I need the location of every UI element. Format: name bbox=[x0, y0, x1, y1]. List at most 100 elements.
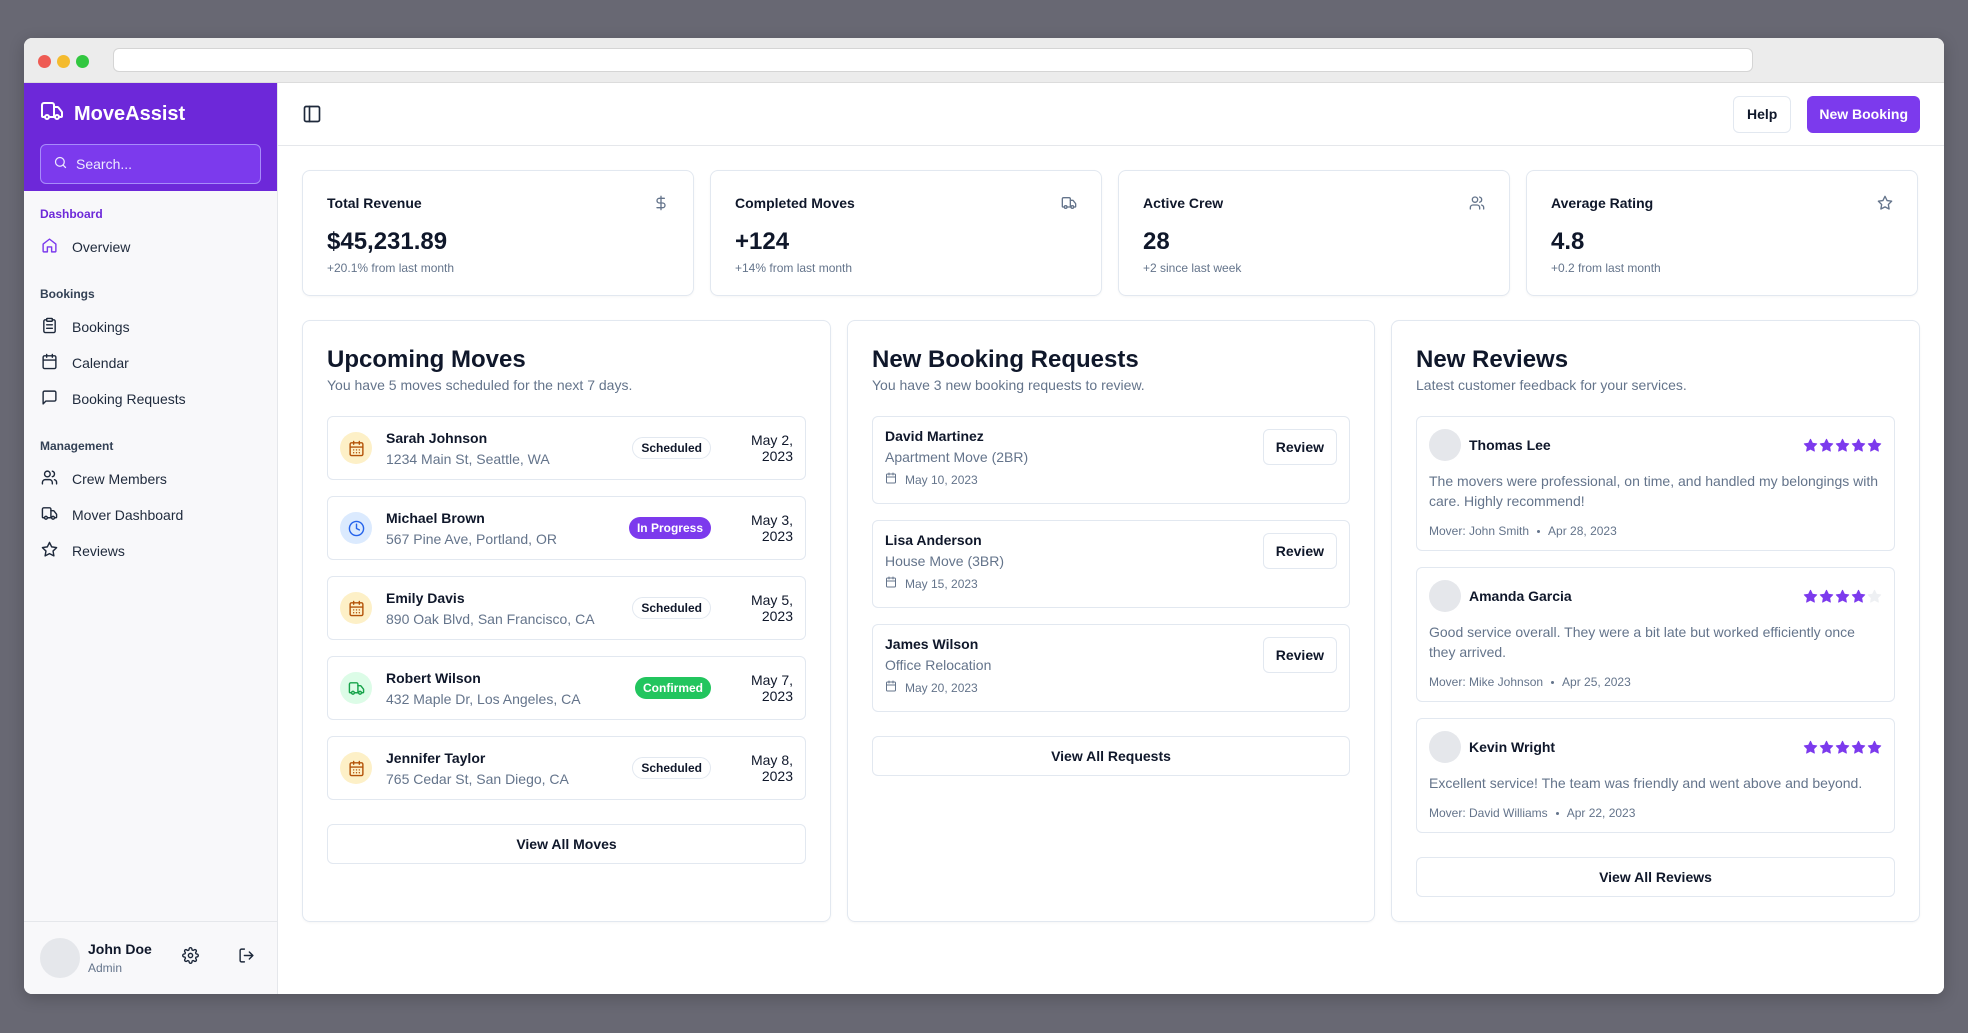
avatar[interactable] bbox=[40, 938, 80, 978]
nav-group-management: Management Crew Members Mover Dashboard … bbox=[40, 437, 261, 569]
request-date: May 20, 2023 bbox=[905, 680, 978, 695]
sidebar-item-calendar[interactable]: Calendar bbox=[40, 345, 261, 381]
app: MoveAssist Dashboard Overview bbox=[24, 83, 1944, 994]
gear-icon bbox=[182, 947, 200, 969]
move-item[interactable]: Sarah Johnson 1234 Main St, Seattle, WA … bbox=[327, 416, 806, 480]
review-text: Excellent service! The team was friendly… bbox=[1429, 775, 1863, 791]
review-mover: Mover: Mike Johnson bbox=[1429, 675, 1544, 689]
star-filled-icon bbox=[1819, 589, 1834, 603]
move-item[interactable]: Emily Davis 890 Oak Blvd, San Francisco,… bbox=[327, 576, 806, 640]
brand-name: MoveAssist bbox=[74, 102, 186, 125]
review-date: Apr 25, 2023 bbox=[1562, 675, 1631, 689]
star-filled-icon bbox=[1803, 740, 1818, 754]
review-text: The movers were professional, on time, a… bbox=[1429, 473, 1879, 509]
status-badge: Confirmed bbox=[635, 677, 711, 699]
review-date: Apr 22, 2023 bbox=[1566, 806, 1636, 820]
separator-dot bbox=[1551, 680, 1555, 684]
search-input[interactable] bbox=[76, 156, 248, 172]
sidebar-item-overview[interactable]: Overview bbox=[40, 229, 261, 265]
stat-card-average-rating: Average Rating 4.8 +0.2 from last month bbox=[1526, 170, 1918, 296]
star-filled-icon bbox=[1851, 589, 1866, 603]
panel-title: New Booking Requests bbox=[872, 346, 1139, 373]
star-filled-icon bbox=[1819, 740, 1834, 754]
sidebar-item-label: Bookings bbox=[72, 319, 130, 335]
new-booking-button[interactable]: New Booking bbox=[1807, 95, 1920, 133]
sidebar-item-label: Reviews bbox=[72, 543, 125, 559]
star-filled-icon bbox=[1835, 589, 1850, 603]
move-address: 890 Oak Blvd, San Francisco, CA bbox=[386, 610, 595, 627]
upcoming-moves-panel: Upcoming Moves You have 5 moves schedule… bbox=[302, 320, 831, 922]
move-item[interactable]: Michael Brown 567 Pine Ave, Portland, OR… bbox=[327, 496, 806, 560]
stats-row: Total Revenue $45,231.89 +20.1% from las… bbox=[302, 170, 1920, 296]
address-bar[interactable] bbox=[113, 48, 1753, 72]
star-filled-icon bbox=[1803, 589, 1818, 603]
sidebar-item-label: Overview bbox=[72, 239, 131, 255]
reviewer-name: Thomas Lee bbox=[1469, 437, 1551, 453]
sidebar-item-label: Crew Members bbox=[72, 471, 167, 487]
sidebar-item-booking-requests[interactable]: Booking Requests bbox=[40, 381, 261, 417]
truck-icon bbox=[41, 505, 58, 525]
stat-change: +20.1% from last month bbox=[327, 261, 455, 275]
review-header: Thomas Lee bbox=[1429, 429, 1882, 461]
nav-group-label: Bookings bbox=[40, 287, 95, 301]
settings-button[interactable] bbox=[177, 943, 205, 973]
reviewer-name: Amanda Garcia bbox=[1469, 588, 1572, 604]
panels-row: Upcoming Moves You have 5 moves schedule… bbox=[302, 320, 1920, 922]
star-icon bbox=[41, 541, 58, 561]
move-item[interactable]: Jennifer Taylor 765 Cedar St, San Diego,… bbox=[327, 736, 806, 800]
message-square-icon bbox=[41, 389, 58, 409]
review-meta: Mover: David Williams Apr 22, 2023 bbox=[1429, 806, 1882, 820]
move-address: 432 Maple Dr, Los Angeles, CA bbox=[386, 690, 581, 707]
logout-button[interactable] bbox=[233, 943, 261, 973]
close-window-button[interactable] bbox=[38, 55, 51, 68]
panel-description: You have 3 new booking requests to revie… bbox=[872, 377, 1145, 393]
sidebar-item-reviews[interactable]: Reviews bbox=[40, 533, 261, 569]
view-all-reviews-button[interactable]: View All Reviews bbox=[1416, 857, 1895, 897]
move-address: 567 Pine Ave, Portland, OR bbox=[386, 530, 557, 547]
user-name: John Doe bbox=[88, 940, 152, 957]
move-details: Robert Wilson 432 Maple Dr, Los Angeles,… bbox=[386, 669, 635, 708]
minimize-window-button[interactable] bbox=[57, 55, 70, 68]
star-filled-icon bbox=[1867, 740, 1882, 754]
request-item: Lisa Anderson House Move (3BR) May 15, 2… bbox=[872, 520, 1350, 608]
stat-card-completed-moves: Completed Moves +124 +14% from last mont… bbox=[710, 170, 1102, 296]
review-item: Amanda Garcia Good service overall. They… bbox=[1416, 567, 1895, 702]
dashboard-content: Total Revenue $45,231.89 +20.1% from las… bbox=[278, 146, 1944, 922]
review-button[interactable]: Review bbox=[1262, 637, 1337, 673]
move-details: Michael Brown 567 Pine Ave, Portland, OR bbox=[386, 509, 629, 548]
move-address: 765 Cedar St, San Diego, CA bbox=[386, 770, 569, 787]
calendar-icon bbox=[885, 576, 897, 591]
sidebar-toggle-icon[interactable] bbox=[302, 104, 322, 124]
maximize-window-button[interactable] bbox=[76, 55, 89, 68]
search-box[interactable] bbox=[40, 144, 261, 184]
review-button[interactable]: Review bbox=[1262, 429, 1337, 465]
sidebar-item-mover-dashboard[interactable]: Mover Dashboard bbox=[40, 497, 261, 533]
review-button[interactable]: Review bbox=[1262, 533, 1337, 569]
browser-window: MoveAssist Dashboard Overview bbox=[24, 38, 1944, 994]
users-icon bbox=[1469, 195, 1485, 211]
move-date: May 5, 2023 bbox=[750, 592, 793, 624]
reviewer-name: Kevin Wright bbox=[1469, 739, 1556, 755]
star-filled-icon bbox=[1835, 740, 1850, 754]
review-mover: Mover: John Smith bbox=[1429, 524, 1530, 538]
sidebar-item-label: Booking Requests bbox=[72, 391, 186, 407]
view-all-moves-button[interactable]: View All Moves bbox=[327, 824, 806, 864]
sidebar-item-bookings[interactable]: Bookings bbox=[40, 309, 261, 345]
stat-value: +124 bbox=[735, 228, 790, 255]
nav-group-label: Dashboard bbox=[40, 207, 103, 221]
help-button[interactable]: Help bbox=[1732, 95, 1792, 133]
move-date: May 3, 2023 bbox=[750, 512, 793, 544]
move-customer-name: Emily Davis bbox=[386, 589, 465, 606]
request-date-row: May 15, 2023 bbox=[885, 576, 1337, 591]
view-all-requests-button[interactable]: View All Requests bbox=[872, 736, 1350, 776]
stat-title: Completed Moves bbox=[735, 195, 855, 211]
move-date: May 7, 2023 bbox=[750, 672, 793, 704]
move-item[interactable]: Robert Wilson 432 Maple Dr, Los Angeles,… bbox=[327, 656, 806, 720]
truck-icon bbox=[1061, 195, 1077, 211]
stat-value: $45,231.89 bbox=[327, 228, 448, 255]
brand[interactable]: MoveAssist bbox=[40, 99, 261, 129]
move-details: Sarah Johnson 1234 Main St, Seattle, WA bbox=[386, 429, 632, 468]
panel-title: Upcoming Moves bbox=[327, 346, 526, 373]
sidebar-item-crew-members[interactable]: Crew Members bbox=[40, 461, 261, 497]
calendar-icon bbox=[885, 472, 897, 487]
